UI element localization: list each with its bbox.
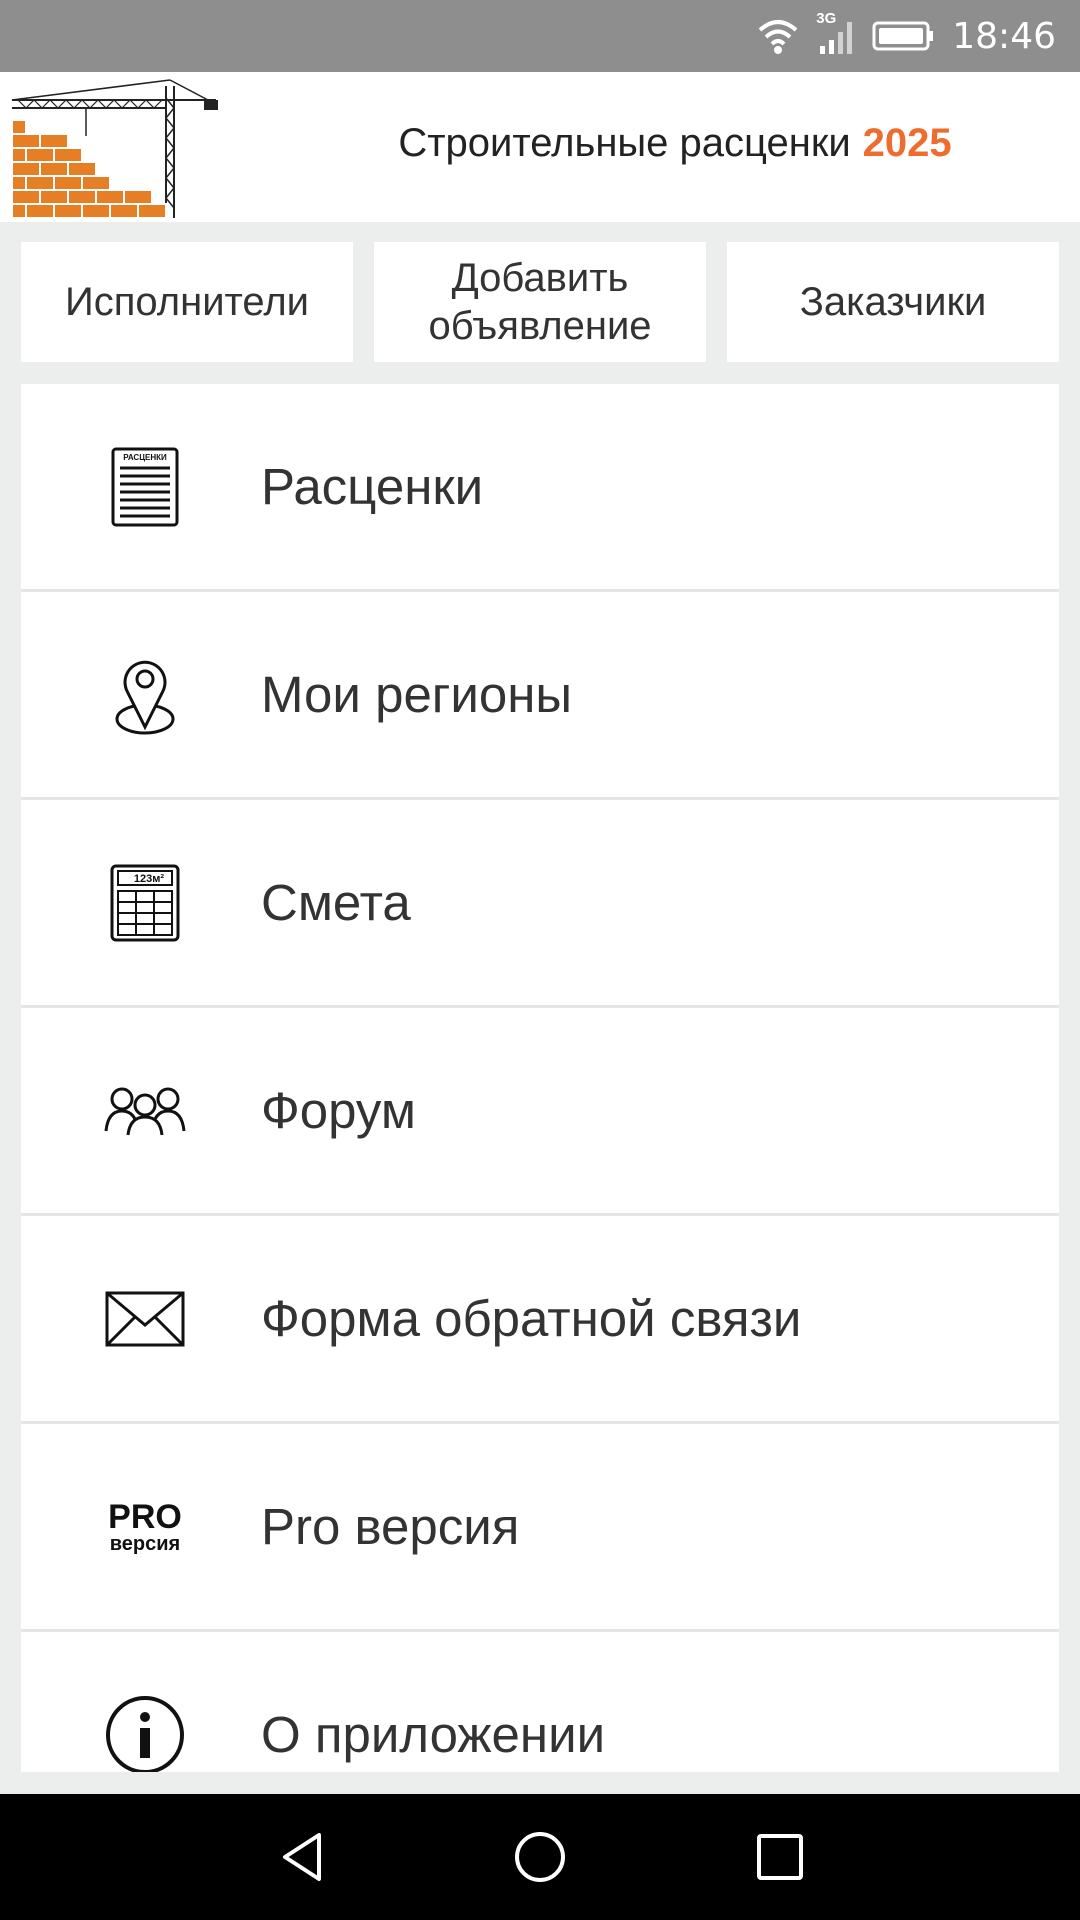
pro-icon: PRO версия (65, 1424, 225, 1629)
price-list-icon-text: РАСЦЕНКИ (123, 453, 167, 462)
performers-button-label: Исполнители (64, 280, 310, 324)
add-ad-label-line1: Добавить (451, 256, 629, 300)
add-ad-label-line2: объявление (428, 304, 652, 348)
menu-item-pro-version-label: Pro версия (261, 1498, 520, 1555)
envelope-icon (65, 1216, 225, 1421)
location-pin-icon (65, 592, 225, 797)
people-icon (65, 1008, 225, 1213)
menu-item-feedback-label: Форма обратной связи (261, 1290, 802, 1347)
app-header: Строительные расценки 2025 (0, 72, 1080, 222)
price-list-icon: РАСЦЕНКИ (65, 384, 225, 589)
pro-icon-subtext: версия (109, 1532, 181, 1555)
customers-button-label: Заказчики (799, 280, 987, 324)
menu-item-feedback[interactable]: Форма обратной связи (21, 1216, 1059, 1424)
customers-button[interactable]: Заказчики (727, 242, 1059, 362)
estimate-icon-text: 123м² (134, 873, 164, 885)
network-type-label: 3G (816, 10, 837, 27)
app-title-year: 2025 (862, 120, 952, 165)
recents-icon[interactable] (750, 1827, 810, 1887)
menu-item-my-regions-label: Мои регионы (261, 666, 573, 723)
menu-item-my-regions[interactable]: Мои регионы (21, 592, 1059, 800)
app-logo (8, 78, 220, 219)
battery-icon (872, 20, 936, 52)
app-title: Строительные расценки 2025 (270, 72, 1080, 214)
menu-item-about-label: О приложении (261, 1706, 606, 1763)
info-icon (65, 1632, 225, 1772)
app-title-text: Строительные расценки (398, 120, 851, 165)
add-ad-button-label: Добавить объявление (428, 254, 651, 350)
main-menu: РАСЦЕНКИ Расценки Мои регионы 123м² Смет… (21, 384, 1059, 1772)
add-ad-button[interactable]: Добавить объявление (374, 242, 706, 362)
performers-button[interactable]: Исполнители (21, 242, 353, 362)
menu-item-about[interactable]: О приложении (21, 1632, 1059, 1772)
status-bar: 3G 18:46 (0, 0, 1080, 72)
menu-item-prices-label: Расценки (261, 458, 484, 515)
wifi-icon (756, 16, 800, 56)
navigation-bar (0, 1794, 1080, 1920)
menu-item-estimate-label: Смета (261, 874, 411, 931)
menu-item-estimate[interactable]: 123м² Смета (21, 800, 1059, 1008)
menu-item-forum-label: Форум (261, 1082, 416, 1139)
home-icon[interactable] (510, 1827, 570, 1887)
back-icon[interactable] (273, 1827, 333, 1887)
signal-icon: 3G (816, 10, 856, 56)
menu-item-pro-version[interactable]: PRO версия Pro версия (21, 1424, 1059, 1632)
status-time: 18:46 (952, 15, 1056, 57)
status-icons: 3G 18:46 (756, 0, 1056, 72)
menu-item-prices[interactable]: РАСЦЕНКИ Расценки (21, 384, 1059, 592)
estimate-calculator-icon: 123м² (65, 800, 225, 1005)
pro-icon-text: PRO (108, 1497, 182, 1536)
menu-item-forum[interactable]: Форум (21, 1008, 1059, 1216)
